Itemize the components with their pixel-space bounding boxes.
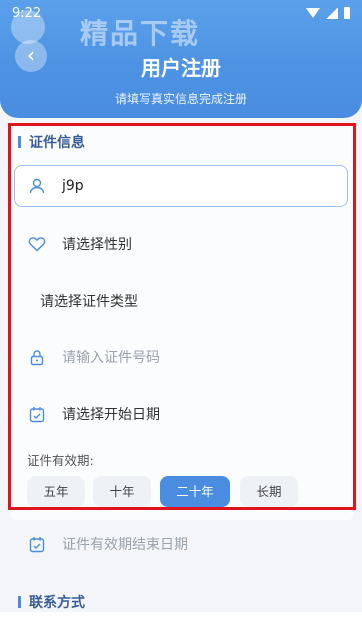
validity-option-long-term[interactable]: 长期 [240,476,298,507]
validity-option-10y[interactable]: 十年 [93,476,151,507]
id-type-select[interactable]: 请选择证件类型 [40,286,138,316]
gender-placeholder: 请选择性别 [62,237,132,253]
calendar-icon [28,405,46,423]
page-title: 用户注册 [141,56,221,80]
lock-icon [28,348,46,366]
watermark-text: 精品下载 [80,17,201,50]
watermark-logo [11,10,45,44]
header-banner: 9:22 精品下载 ‹ 用户注册 请填写真实信息完成注册 [0,0,362,118]
validity-option-5y[interactable]: 五年 [27,476,85,507]
validity-label: 证件有效期: [27,453,94,468]
bottom-panel [0,612,362,644]
heart-icon [28,235,46,253]
gender-select[interactable]: 请选择性别 [28,229,132,259]
user-icon [28,177,46,195]
id-number-input[interactable]: 请输入证件号码 [28,342,160,372]
end-date-placeholder: 证件有效期结束日期 [62,537,188,553]
wifi-icon [306,8,320,18]
id-type-placeholder: 请选择证件类型 [40,294,138,310]
page-subtitle: 请填写真实信息完成注册 [114,92,247,106]
name-value: j9p [62,178,84,194]
start-date-select[interactable]: 请选择开始日期 [28,399,160,429]
name-row[interactable]: j9p [28,171,84,201]
start-date-placeholder: 请选择开始日期 [62,407,160,423]
battery-icon [344,7,350,19]
signal-icon [326,7,338,19]
id-number-placeholder: 请输入证件号码 [62,350,160,366]
section-title-id-info: 证件信息 [18,132,85,152]
end-date-select[interactable]: 证件有效期结束日期 [28,529,188,559]
calendar-icon [28,535,46,553]
section-title-contact: 联系方式 [18,592,85,612]
validity-option-20y[interactable]: 二十年 [160,476,230,507]
